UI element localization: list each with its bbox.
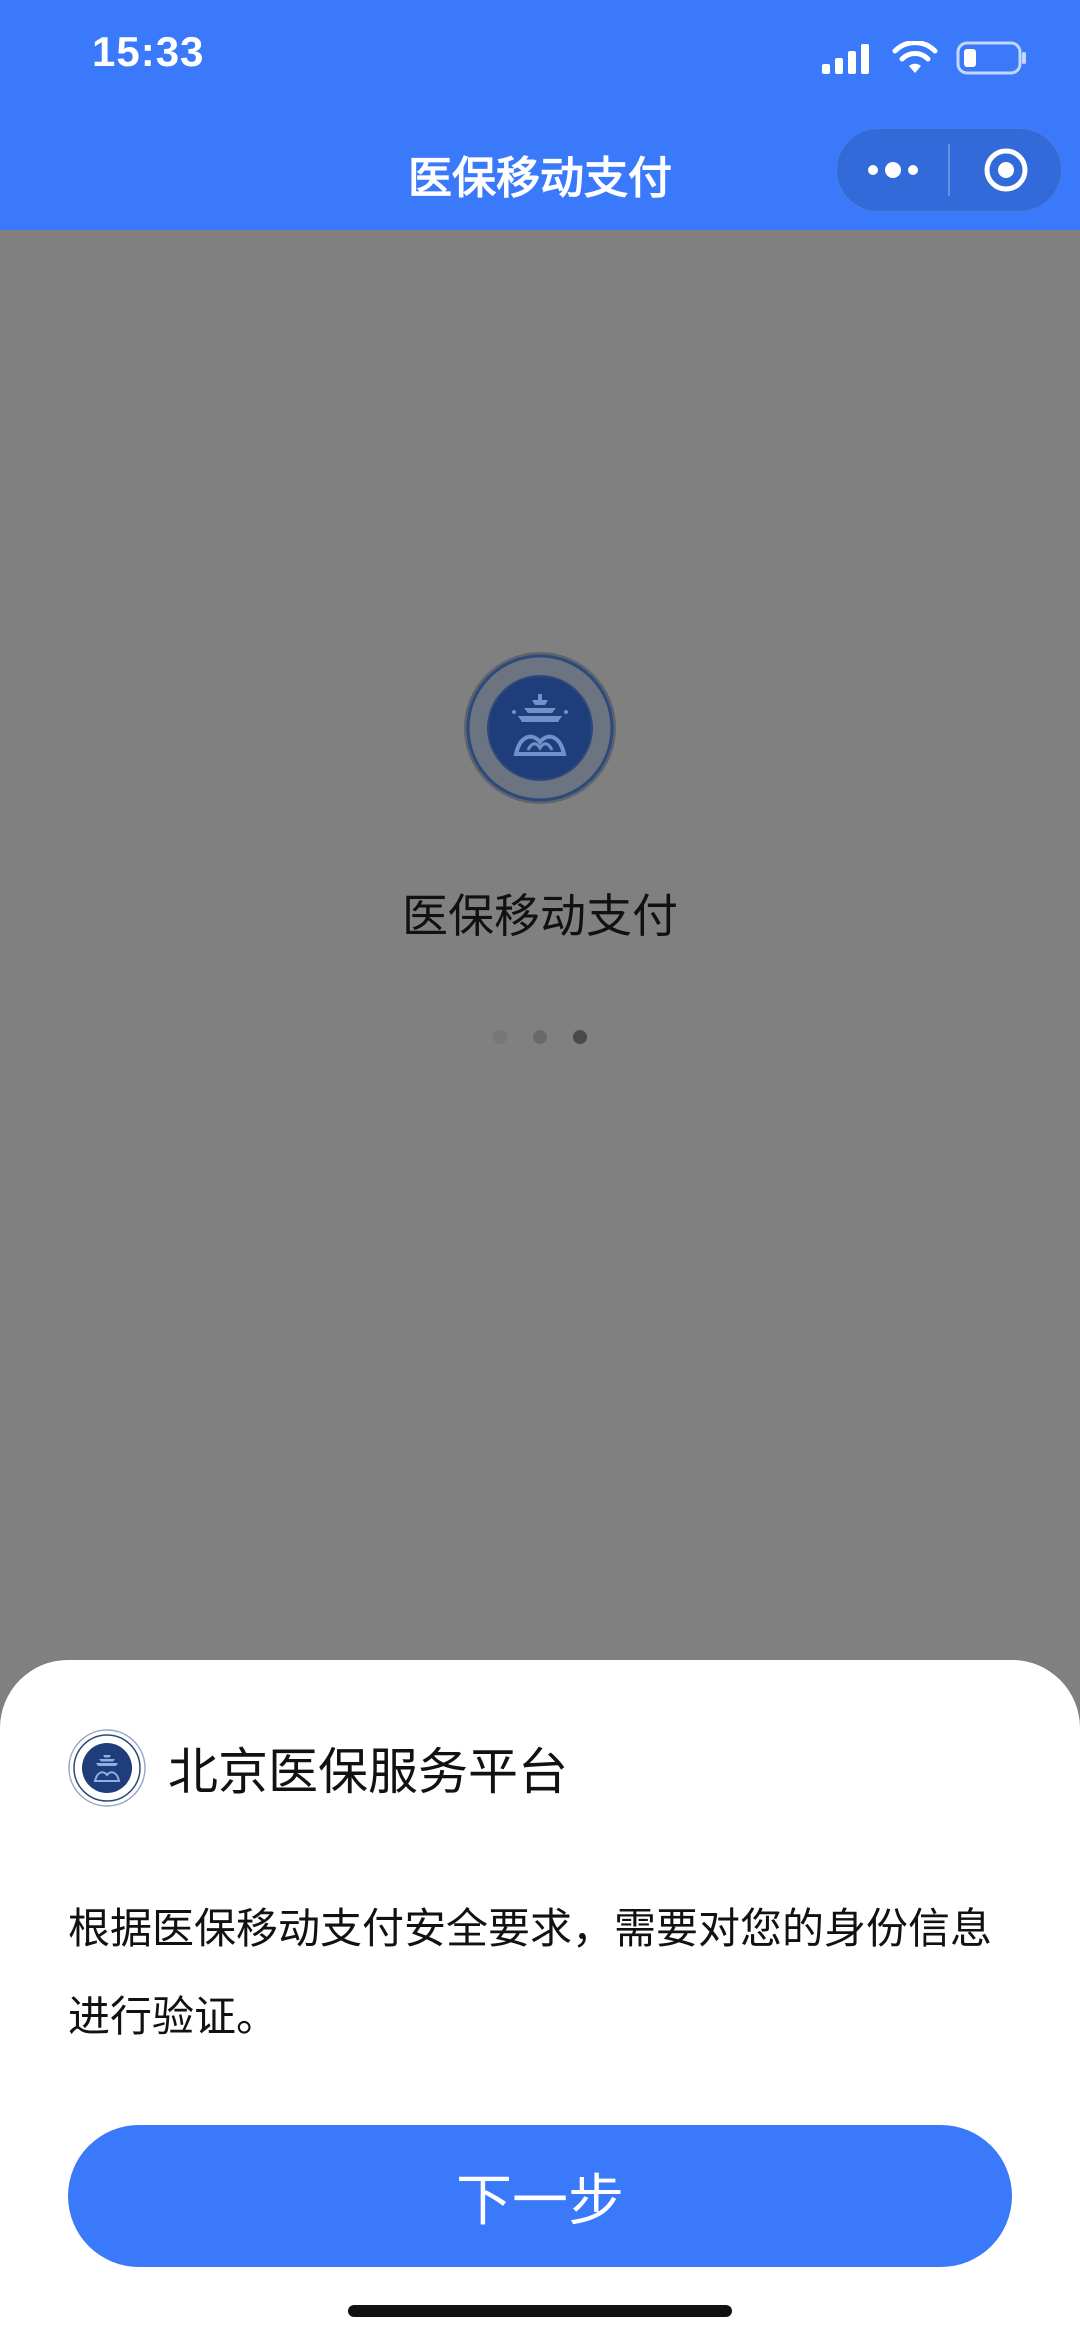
loading-dot (493, 1030, 507, 1044)
wifi-icon (892, 41, 938, 73)
more-button[interactable] (837, 129, 948, 211)
sheet-header: 北京医保服务平台 (68, 1728, 568, 1808)
loading-dot (573, 1030, 587, 1044)
loading-dots (0, 1030, 1080, 1044)
battery-icon (956, 41, 1026, 75)
status-bar: 15:33 (0, 0, 1080, 120)
status-time: 15:33 (92, 28, 205, 75)
home-indicator[interactable] (348, 2305, 732, 2317)
verification-message: 根据医保移动支付安全要求，需要对您的身份信息进行验证。 (68, 1904, 993, 2041)
status-icons (822, 38, 1028, 78)
app-name: 北京医保服务平台 (168, 1743, 568, 1801)
signal-icon (822, 44, 869, 74)
close-button[interactable] (950, 129, 1061, 211)
next-step-button[interactable]: 下一步 (68, 2125, 1012, 2267)
miniprogram-capsule (836, 128, 1062, 212)
beijing-medical-insurance-logo (462, 650, 618, 806)
loading-title: 医保移动支付 (402, 889, 678, 943)
close-miniprogram-icon (984, 148, 1027, 192)
more-icon (867, 162, 918, 178)
loading-dot (533, 1030, 547, 1044)
authorization-sheet: 北京医保服务平台 根据医保移动支付安全要求，需要对您的身份信息进行验证。 下一步 (0, 1660, 1080, 2337)
top-header: 15:33 医保移动支付 (0, 0, 1080, 230)
app-logo-icon (68, 1729, 146, 1807)
navigation-bar: 医保移动支付 (0, 120, 1080, 230)
